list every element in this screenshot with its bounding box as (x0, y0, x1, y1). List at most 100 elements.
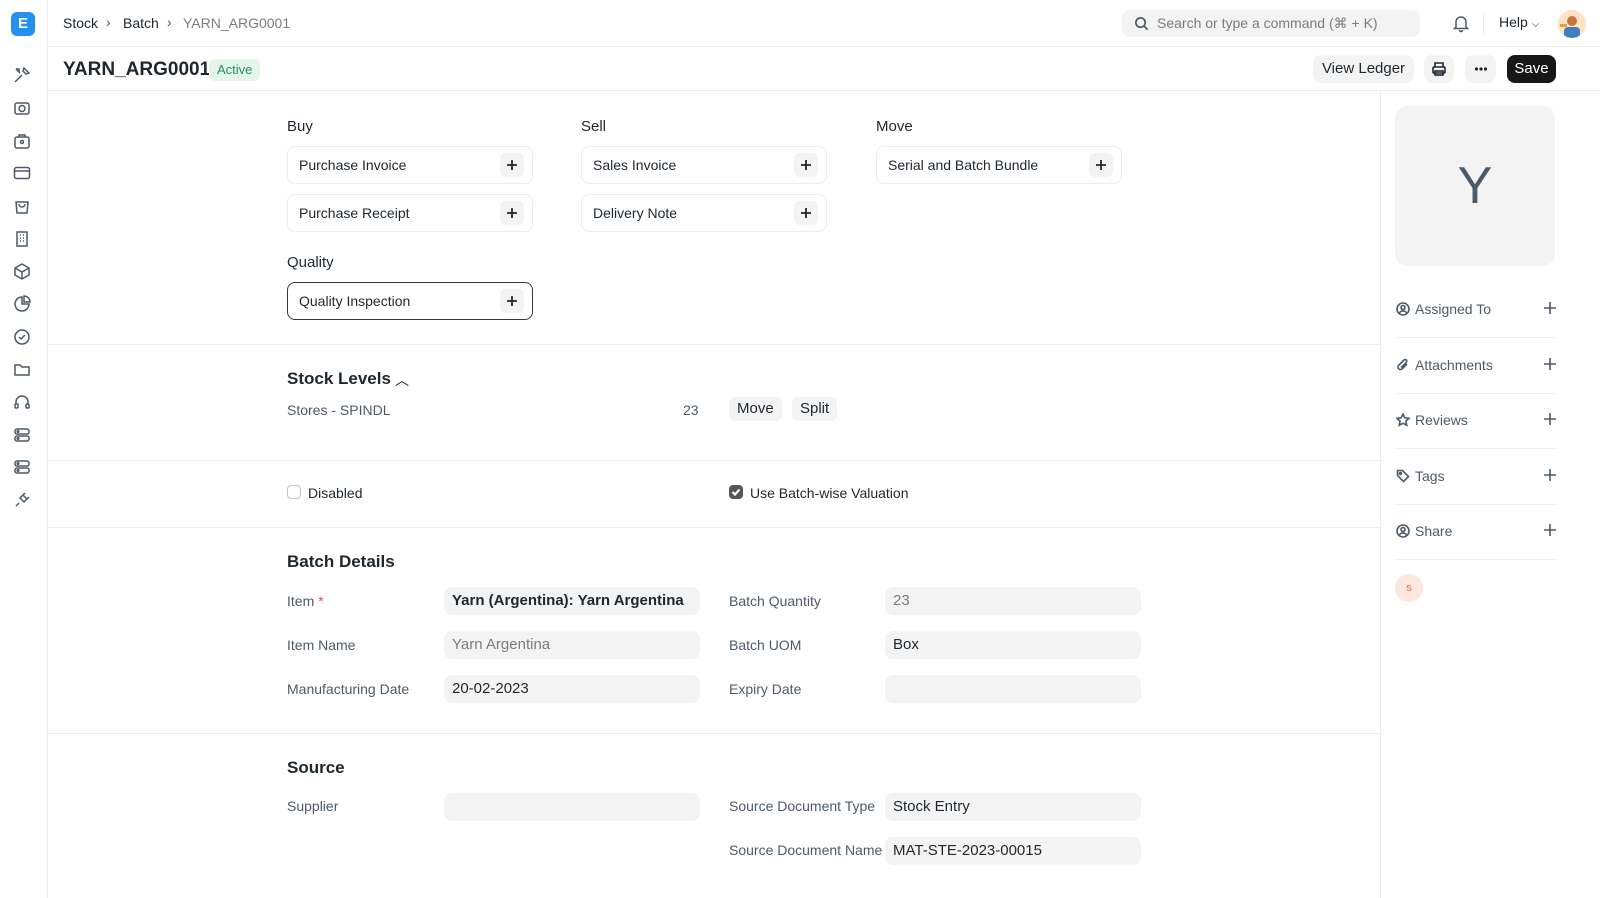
headset-icon[interactable] (12, 392, 32, 412)
card-icon[interactable] (12, 163, 32, 183)
sidebar-tags[interactable]: Tags (1395, 449, 1557, 505)
section-divider (48, 733, 1380, 734)
connection-label: Purchase Receipt (299, 205, 410, 221)
connection-purchase-receipt[interactable]: Purchase Receipt (287, 194, 533, 232)
batch-uom-field[interactable]: Box (885, 631, 1141, 659)
tag-icon (1396, 469, 1410, 483)
connection-label: Sales Invoice (593, 157, 677, 173)
disabled-checkbox[interactable] (287, 485, 301, 499)
app-logo[interactable]: E (11, 12, 35, 36)
batch-quantity-field[interactable]: 23 (885, 587, 1141, 615)
source-document-name-field[interactable]: MAT-STE-2023-00015 (885, 837, 1141, 865)
pie-chart-icon[interactable] (12, 294, 32, 314)
breadcrumb-separator: › (167, 14, 172, 30)
shopping-bag-icon[interactable] (12, 196, 32, 216)
add-sales-invoice-button[interactable] (794, 153, 818, 177)
check-icon (731, 488, 741, 497)
section-divider (48, 344, 1380, 345)
connection-label: Serial and Batch Bundle (888, 157, 1039, 173)
chevron-up-icon[interactable]: ︿ (395, 370, 409, 390)
stock-levels-heading[interactable]: Stock Levels (287, 369, 391, 389)
disabled-label: Disabled (308, 485, 363, 501)
plug-icon[interactable] (12, 490, 32, 510)
sidebar-share[interactable]: Share (1395, 504, 1557, 560)
package-icon[interactable] (12, 261, 32, 281)
connection-quality-inspection[interactable]: Quality Inspection (287, 282, 533, 320)
add-serial-batch-bundle-button[interactable] (1089, 153, 1113, 177)
breadcrumb-batch[interactable]: Batch (123, 15, 159, 31)
stock-split-button[interactable]: Split (792, 397, 838, 421)
tools-icon[interactable] (12, 65, 32, 85)
title-bar: YARN_ARG0001 Active View Ledger Save (48, 47, 1600, 91)
connection-delivery-note[interactable]: Delivery Note (581, 194, 827, 232)
server-icon[interactable] (12, 425, 32, 445)
save-button[interactable]: Save (1507, 55, 1556, 83)
plus-icon (507, 208, 517, 218)
plus-icon[interactable] (1543, 412, 1557, 426)
user-avatar[interactable] (1558, 10, 1586, 38)
connection-serial-batch-bundle[interactable]: Serial and Batch Bundle (876, 146, 1122, 184)
sidebar-item-label: Attachments (1415, 357, 1493, 373)
star-icon (1395, 412, 1411, 427)
item-field[interactable]: Yarn (Argentina): Yarn Argentina (444, 587, 700, 615)
search-input[interactable]: Search or type a command (⌘ + K) (1122, 10, 1420, 37)
source-document-name-label: Source Document Name (729, 842, 883, 858)
avatar-illustration-icon (1558, 10, 1586, 38)
sidebar-attachments[interactable]: Attachments (1395, 338, 1557, 394)
item-name-field[interactable]: Yarn Argentina (444, 631, 700, 659)
right-sidebar: Y Assigned To Attachments Reviews Tags S… (1381, 91, 1600, 898)
supplier-label: Supplier (287, 798, 339, 814)
add-purchase-invoice-button[interactable] (500, 153, 524, 177)
shield-icon[interactable] (12, 327, 32, 347)
sidebar-item-label: Share (1415, 523, 1453, 539)
plus-icon[interactable] (1543, 357, 1557, 371)
batchwise-valuation-checkbox[interactable] (729, 485, 743, 499)
plus-icon[interactable] (1543, 301, 1557, 315)
sidebar-reviews[interactable]: Reviews (1395, 393, 1557, 449)
sidebar-item-label: Reviews (1415, 412, 1468, 428)
batchwise-valuation-label: Use Batch-wise Valuation (750, 485, 909, 501)
paperclip-icon (1396, 358, 1410, 372)
batch-quantity-label: Batch Quantity (729, 593, 821, 609)
view-ledger-button[interactable]: View Ledger (1313, 55, 1414, 83)
connection-purchase-invoice[interactable]: Purchase Invoice (287, 146, 533, 184)
connection-sales-invoice[interactable]: Sales Invoice (581, 146, 827, 184)
plus-icon (1096, 160, 1106, 170)
item-label: Item * (287, 593, 324, 609)
print-button[interactable] (1424, 55, 1454, 83)
plus-icon[interactable] (1543, 523, 1557, 537)
section-divider (48, 460, 1380, 461)
source-document-type-field[interactable]: Stock Entry (885, 793, 1141, 821)
add-delivery-note-button[interactable] (794, 201, 818, 225)
breadcrumb-current[interactable]: YARN_ARG0001 (183, 15, 290, 31)
manufacturing-date-field[interactable]: 20-02-2023 (444, 675, 700, 703)
supplier-field[interactable] (444, 793, 700, 821)
connections-quality-heading: Quality (287, 254, 334, 271)
user-avatar-small[interactable]: s (1395, 574, 1423, 602)
camera-icon[interactable] (12, 98, 32, 118)
building-icon[interactable] (12, 229, 32, 249)
database-icon[interactable] (12, 457, 32, 477)
page-title: YARN_ARG0001 (63, 59, 211, 80)
search-placeholder: Search or type a command (⌘ + K) (1157, 15, 1378, 31)
folder-icon[interactable] (12, 359, 32, 379)
expiry-date-field[interactable] (885, 675, 1141, 703)
more-options-button[interactable] (1465, 55, 1496, 83)
add-purchase-receipt-button[interactable] (500, 201, 524, 225)
breadcrumb-stock[interactable]: Stock (63, 15, 98, 31)
sidebar-assigned-to[interactable]: Assigned To (1395, 282, 1557, 338)
add-quality-inspection-button[interactable] (500, 289, 524, 313)
stock-move-button[interactable]: Move (729, 397, 782, 421)
item-name-label: Item Name (287, 637, 356, 653)
chevron-down-icon: ⌵ (1531, 19, 1540, 30)
briefcase-icon[interactable] (12, 131, 32, 151)
divider (1483, 12, 1484, 36)
batch-image-placeholder[interactable]: Y (1395, 106, 1555, 266)
connection-label: Purchase Invoice (299, 157, 407, 173)
batch-uom-label: Batch UOM (729, 637, 802, 653)
help-menu[interactable]: Help ⌵ (1499, 14, 1539, 30)
user-add-icon (1396, 302, 1410, 316)
notification-bell-icon[interactable] (1451, 13, 1471, 33)
plus-icon[interactable] (1543, 468, 1557, 482)
batch-details-heading: Batch Details (287, 552, 395, 571)
